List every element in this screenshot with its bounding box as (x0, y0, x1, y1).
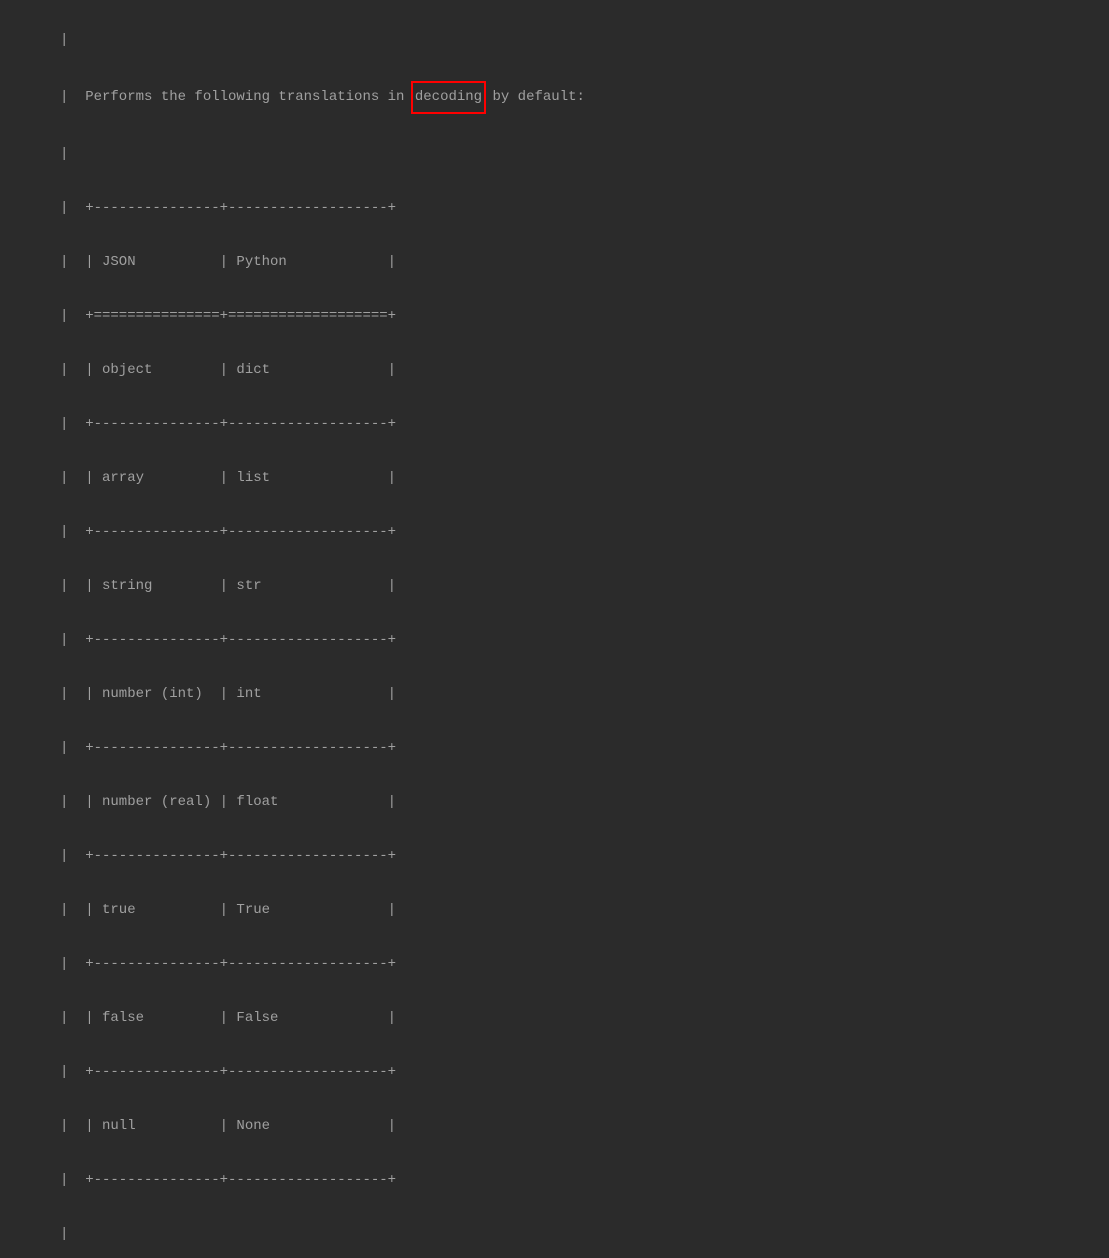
table-row: | | false | False | (60, 1005, 1109, 1032)
table-row-separator: | +---------------+-------------------+ (60, 735, 1109, 762)
intro-post: by default: (484, 89, 585, 105)
table-row-separator: | +---------------+-------------------+ (60, 627, 1109, 654)
doc-line: | (60, 141, 1109, 168)
table-row-separator: | +---------------+-------------------+ (60, 519, 1109, 546)
table-row: | | null | None | (60, 1113, 1109, 1140)
table-row: | | string | str | (60, 573, 1109, 600)
doc-line: | (60, 27, 1109, 54)
table-row-separator: | +---------------+-------------------+ (60, 1059, 1109, 1086)
intro-pre: | Performs the following translations in (60, 89, 413, 105)
highlighted-word[interactable]: decoding (411, 81, 486, 114)
table-border: | +---------------+-------------------+ (60, 195, 1109, 222)
doc-line-intro: | Performs the following translations in… (60, 81, 1109, 114)
doc-line: | (60, 1221, 1109, 1248)
table-header: | | JSON | Python | (60, 249, 1109, 276)
table-row: | | true | True | (60, 897, 1109, 924)
table-row: | | object | dict | (60, 357, 1109, 384)
table-row: | | number (real) | float | (60, 789, 1109, 816)
table-row-separator: | +---------------+-------------------+ (60, 411, 1109, 438)
table-row-separator: | +---------------+-------------------+ (60, 843, 1109, 870)
table-row: | | array | list | (60, 465, 1109, 492)
table-header-separator: | +===============+===================+ (60, 303, 1109, 330)
table-row-separator: | +---------------+-------------------+ (60, 951, 1109, 978)
table-border: | +---------------+-------------------+ (60, 1167, 1109, 1194)
docstring-content: | | Performs the following translations … (0, 0, 1109, 1258)
table-row: | | number (int) | int | (60, 681, 1109, 708)
